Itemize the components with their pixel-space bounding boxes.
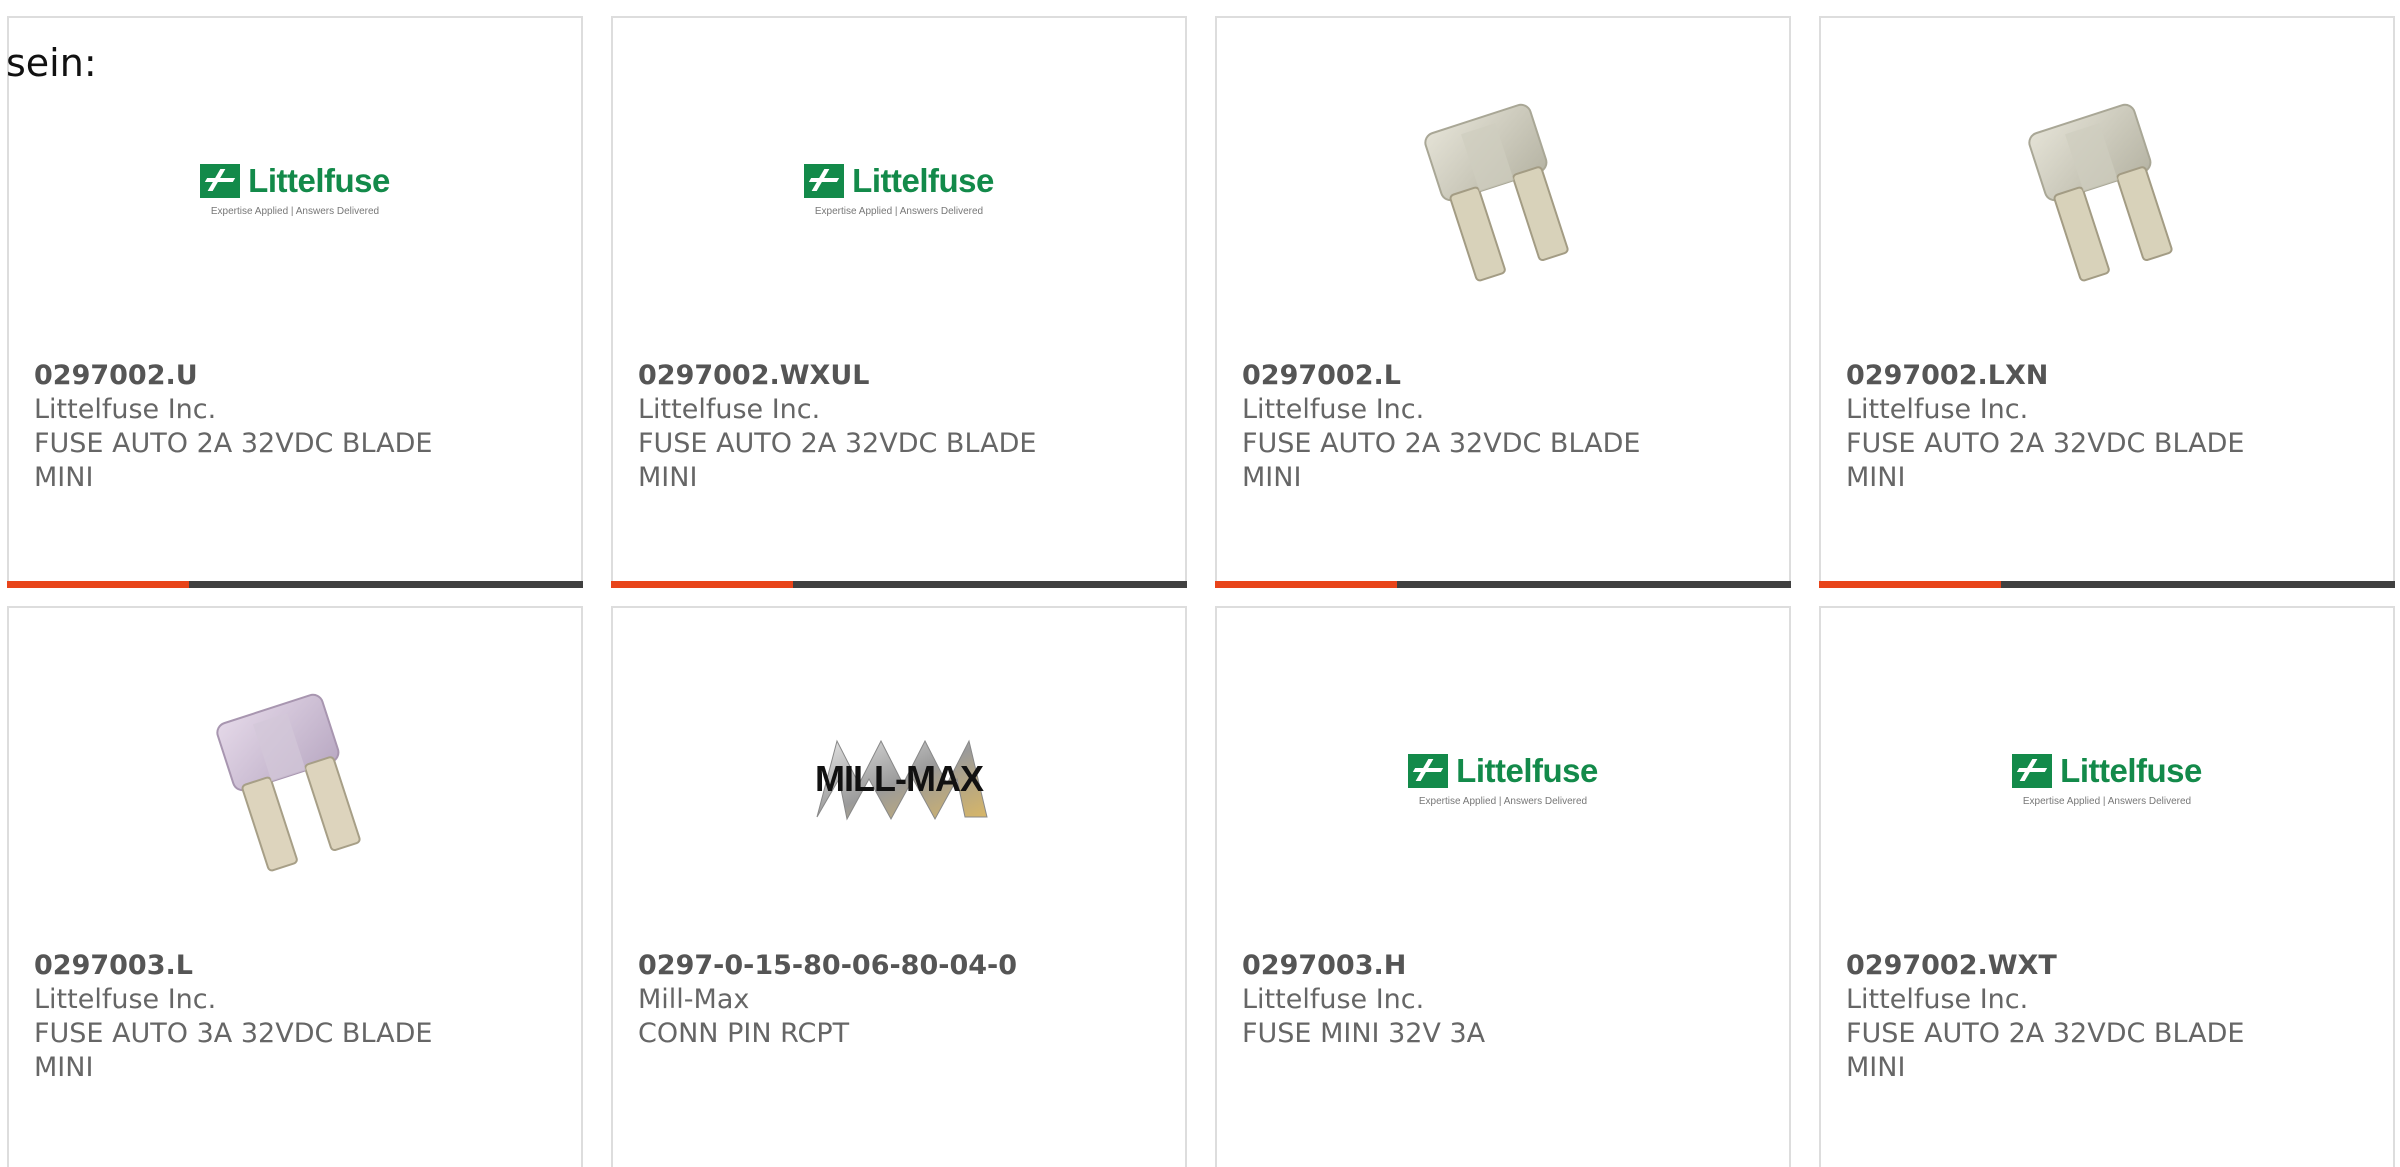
- manufacturer: Mill-Max: [638, 984, 750, 1015]
- product-image[interactable]: Littelfuse Expertise Applied | Answers D…: [1997, 674, 2217, 884]
- logo-tagline: Expertise Applied | Answers Delivered: [210, 205, 380, 217]
- product-card[interactable]: Littelfuse Expertise Applied | Answers D…: [7, 16, 583, 588]
- part-number-link[interactable]: 0297003.H: [1242, 949, 1406, 983]
- manufacturer: Littelfuse Inc.: [1242, 984, 1425, 1015]
- product-image[interactable]: Littelfuse Expertise Applied | Answers D…: [185, 84, 405, 294]
- product-card[interactable]: Littelfuse Expertise Applied | Answers D…: [611, 16, 1187, 588]
- product-card[interactable]: Littelfuse Expertise Applied | Answers D…: [1215, 606, 1791, 1167]
- logo-tagline: Expertise Applied | Answers Delivered: [1418, 795, 1588, 807]
- part-number-link[interactable]: 0297002.LXN: [1846, 359, 2048, 393]
- littelfuse-logo: Littelfuse Expertise Applied | Answers D…: [2012, 752, 2202, 807]
- blade-fuse-image: [216, 693, 361, 872]
- littelfuse-logo: Littelfuse Expertise Applied | Answers D…: [804, 162, 994, 217]
- part-number-link[interactable]: 0297-0-15-80-06-80-04-0: [638, 949, 1017, 983]
- description: CONN PIN RCPT: [638, 1018, 850, 1049]
- littelfuse-logo: Littelfuse Expertise Applied | Answers D…: [1408, 752, 1598, 807]
- part-number-link[interactable]: 0297002.U: [34, 359, 198, 393]
- part-number-link[interactable]: 0297002.WXT: [1846, 949, 2057, 983]
- logo-wordmark: MILL-MAX: [815, 758, 984, 799]
- description: FUSE AUTO 3A 32VDC BLADE MINI: [34, 1018, 433, 1083]
- product-image[interactable]: [1997, 84, 2217, 294]
- littelfuse-mark-icon: [2012, 753, 2053, 788]
- manufacturer: Littelfuse Inc.: [1846, 394, 2029, 425]
- description: FUSE AUTO 2A 32VDC BLADE MINI: [34, 428, 433, 493]
- product-card[interactable]: MILL-MAX 0297-0-15-80-06-80-04-0 Mill-Ma…: [611, 606, 1187, 1167]
- intro-text: sein:: [6, 41, 97, 85]
- product-image[interactable]: Littelfuse Expertise Applied | Answers D…: [789, 84, 1009, 294]
- description: FUSE AUTO 2A 32VDC BLADE MINI: [638, 428, 1037, 493]
- manufacturer: Littelfuse Inc.: [638, 394, 821, 425]
- logo-wordmark: Littelfuse: [248, 161, 390, 199]
- product-image[interactable]: Littelfuse Expertise Applied | Answers D…: [1393, 674, 1613, 884]
- card-accent-bar: [7, 581, 583, 588]
- product-card[interactable]: 0297002.LXN Littelfuse Inc. FUSE AUTO 2A…: [1819, 16, 2395, 588]
- product-card[interactable]: Littelfuse Expertise Applied | Answers D…: [1819, 606, 2395, 1167]
- logo-tagline: Expertise Applied | Answers Delivered: [2022, 795, 2192, 807]
- blade-fuse-image: [2028, 103, 2173, 282]
- manufacturer: Littelfuse Inc.: [1846, 984, 2029, 1015]
- logo-wordmark: Littelfuse: [1456, 751, 1598, 789]
- part-number-link[interactable]: 0297002.WXUL: [638, 359, 870, 393]
- blade-fuse-image: [1424, 103, 1569, 282]
- littelfuse-mark-icon: [200, 163, 241, 198]
- logo-wordmark: Littelfuse: [852, 161, 994, 199]
- manufacturer: Littelfuse Inc.: [34, 984, 217, 1015]
- description: FUSE AUTO 2A 32VDC BLADE MINI: [1242, 428, 1641, 493]
- card-accent-bar: [1215, 581, 1791, 588]
- description: FUSE AUTO 2A 32VDC BLADE MINI: [1846, 428, 2245, 493]
- littelfuse-mark-icon: [1408, 753, 1449, 788]
- product-image[interactable]: [1393, 84, 1613, 294]
- accent-segment: [7, 581, 189, 588]
- accent-segment: [1215, 581, 1397, 588]
- card-accent-bar: [611, 581, 1187, 588]
- logo-wordmark: Littelfuse: [2060, 751, 2202, 789]
- accent-segment: [611, 581, 793, 588]
- description: FUSE MINI 32V 3A: [1242, 1018, 1486, 1049]
- manufacturer: Littelfuse Inc.: [34, 394, 217, 425]
- product-card[interactable]: 0297002.L Littelfuse Inc. FUSE AUTO 2A 3…: [1215, 16, 1791, 588]
- description: FUSE AUTO 2A 32VDC BLADE MINI: [1846, 1018, 2245, 1083]
- product-card[interactable]: 0297003.L Littelfuse Inc. FUSE AUTO 3A 3…: [7, 606, 583, 1167]
- littelfuse-logo: Littelfuse Expertise Applied | Answers D…: [200, 162, 390, 217]
- product-image[interactable]: MILL-MAX: [789, 674, 1009, 884]
- product-image[interactable]: [185, 674, 405, 884]
- mill-max-logo: MILL-MAX: [799, 729, 999, 829]
- littelfuse-mark-icon: [804, 163, 845, 198]
- accent-segment: [1819, 581, 2001, 588]
- product-grid-page: sein: Littelfuse Expertise Applied | Ans…: [0, 0, 2400, 1167]
- part-number-link[interactable]: 0297002.L: [1242, 359, 1401, 393]
- part-number-link[interactable]: 0297003.L: [34, 949, 193, 983]
- card-accent-bar: [1819, 581, 2395, 588]
- logo-tagline: Expertise Applied | Answers Delivered: [814, 205, 984, 217]
- manufacturer: Littelfuse Inc.: [1242, 394, 1425, 425]
